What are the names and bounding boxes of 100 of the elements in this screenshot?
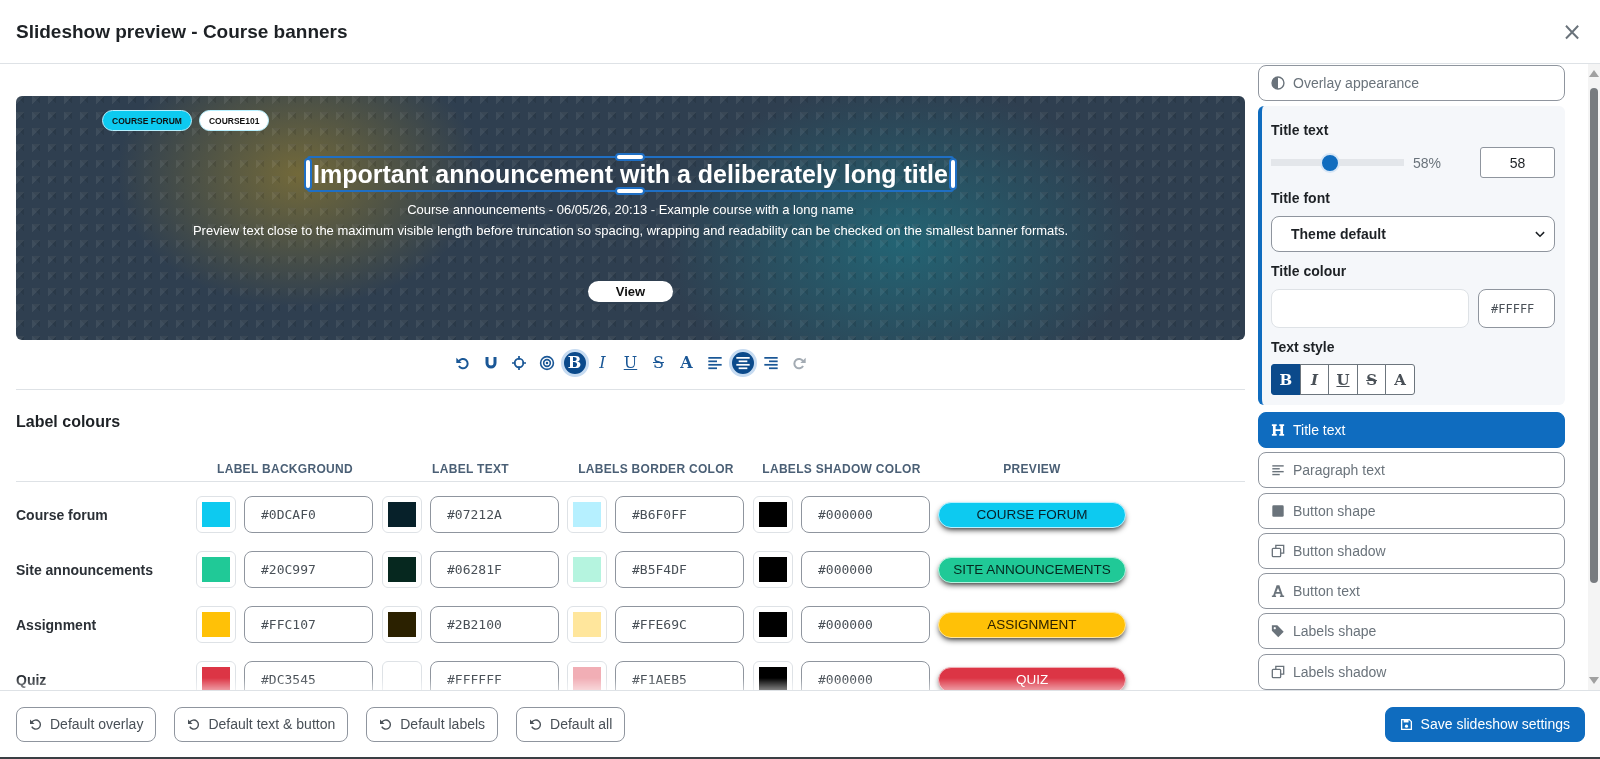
align-left-icon (706, 355, 723, 371)
underline-button[interactable]: U (1328, 364, 1358, 395)
undo-icon (454, 355, 471, 371)
hex-field[interactable]: #000000 (801, 496, 930, 533)
colour-swatch[interactable] (567, 496, 607, 533)
hex-field[interactable]: #2B2100 (430, 606, 559, 643)
label-chip: COURSE101 (198, 110, 270, 131)
column-header: LABEL TEXT (431, 462, 510, 476)
font-select[interactable]: Theme default (1271, 216, 1555, 252)
font-colour-button[interactable]: A (1385, 364, 1415, 395)
colour-swatch[interactable] (753, 661, 793, 690)
redo-icon (790, 355, 807, 371)
hex-field[interactable]: #0DCAF0 (244, 496, 373, 533)
colour-swatch[interactable] (382, 606, 422, 643)
italic-button[interactable]: I (1299, 364, 1330, 395)
resize-handle[interactable] (304, 158, 313, 190)
section-button[interactable]: Labels shape (1258, 613, 1565, 650)
strikethrough-button[interactable]: S (644, 349, 673, 377)
colour-swatch[interactable] (196, 661, 236, 690)
section-heading: Label colours (16, 412, 122, 432)
row-label: Assignment (16, 616, 98, 633)
hex-field[interactable]: #F1AEB5 (615, 661, 744, 690)
colour-swatch[interactable] (753, 496, 793, 533)
colour-swatch[interactable] (382, 661, 422, 690)
hex-field[interactable]: #000000 (801, 661, 930, 690)
colour-swatch[interactable] (382, 496, 422, 533)
row-label: Course forum (16, 506, 109, 523)
reset-icon (379, 717, 393, 731)
colour-swatch[interactable] (196, 606, 236, 643)
banner-title: Important announcement with a deliberately long title (313, 159, 948, 189)
hex-field[interactable]: #B5F4DF (615, 551, 744, 588)
save-button[interactable]: Save slideshow settings (1384, 706, 1585, 742)
target-icon (538, 355, 555, 371)
section-button[interactable]: Button shape (1258, 492, 1565, 529)
reset-button[interactable]: Default text & button (174, 706, 349, 742)
hex-field[interactable]: #06281F (430, 551, 559, 588)
label-preview: QUIZ (938, 666, 1126, 690)
reset-icon (187, 717, 201, 731)
panel-heading: Title text (1271, 121, 1329, 139)
scrollbar-thumb[interactable] (1590, 88, 1598, 583)
section-button[interactable]: Paragraph text (1258, 452, 1565, 489)
font-colour-button[interactable]: A (672, 349, 701, 377)
hex-field[interactable]: #20C997 (244, 551, 373, 588)
resize-handle[interactable] (948, 158, 957, 190)
colour-swatch[interactable] (382, 551, 422, 588)
label-preview: SITE ANNOUNCEMENTS (938, 556, 1126, 583)
hex-field[interactable]: #07212A (430, 496, 559, 533)
resize-handle[interactable] (615, 187, 646, 195)
heading-icon (1271, 423, 1285, 437)
colour-swatch[interactable] (753, 551, 793, 588)
dialog-title: Slideshow preview - Course banners (16, 20, 348, 43)
view-button[interactable]: View (588, 281, 673, 302)
align-center-button[interactable] (728, 349, 757, 377)
save-icon (1399, 717, 1413, 731)
section-button[interactable]: Title text (1258, 412, 1565, 448)
slider-thumb[interactable] (1319, 152, 1340, 173)
column-header: LABELS SHADOW COLOR (761, 462, 922, 476)
hex-field[interactable]: #FFFFFF (430, 661, 559, 690)
colour-swatch[interactable] (567, 551, 607, 588)
slider-reading: 58% (1413, 154, 1442, 171)
reset-button[interactable]: Default overlay (16, 706, 157, 742)
hex-field[interactable]: #FFC107 (244, 606, 373, 643)
banner-preview-text: Preview text close to the maximum visible length before truncation so spacing, wrapping and readability can be checked on the smallest banner formats. (192, 223, 1069, 239)
strikethrough-button[interactable]: S (1356, 364, 1387, 395)
label-preview: ASSIGNMENT (938, 611, 1126, 638)
colour-swatch[interactable] (196, 496, 236, 533)
colour-swatch[interactable] (567, 606, 607, 643)
section-button[interactable]: Button text (1258, 573, 1565, 610)
column-header: LABEL BACKGROUND (216, 462, 354, 476)
bold-button[interactable]: B (1271, 364, 1301, 395)
hex-field[interactable]: #B6F0FF (615, 496, 744, 533)
colour-swatch[interactable] (567, 661, 607, 690)
reset-button[interactable]: Default all (516, 706, 626, 742)
label-preview: COURSE FORUM (938, 501, 1126, 528)
colour-swatch[interactable] (1271, 289, 1469, 328)
square-icon (1271, 503, 1285, 518)
size-field[interactable]: 58 (1480, 147, 1555, 178)
close-button[interactable]: × (1557, 19, 1586, 44)
italic-button[interactable]: I (588, 349, 617, 377)
hex-field[interactable]: #000000 (801, 606, 930, 643)
tag-icon (1271, 624, 1285, 639)
underline-button[interactable]: U (616, 349, 645, 377)
reset-button[interactable]: Default labels (366, 706, 499, 742)
bold-button[interactable]: B (560, 349, 589, 377)
hex-field[interactable]: #000000 (801, 551, 930, 588)
contrast-icon (1271, 76, 1285, 90)
section-button[interactable]: Button shadow (1258, 532, 1565, 569)
row-label: Quiz (16, 671, 48, 688)
hex-field[interactable]: #DC3545 (244, 661, 373, 690)
hex-field[interactable]: #FFE69C (615, 606, 744, 643)
colour-swatch[interactable] (753, 606, 793, 643)
align-center-icon (734, 355, 751, 371)
column-header: PREVIEW (1002, 462, 1062, 476)
font-icon (1271, 584, 1285, 599)
resize-handle[interactable] (615, 153, 646, 161)
reset-icon (529, 717, 543, 731)
section-button[interactable]: Overlay appearance (1258, 65, 1565, 101)
hex-field[interactable]: #FFFFF (1478, 289, 1555, 328)
section-button[interactable]: Labels shadow (1258, 653, 1565, 690)
colour-swatch[interactable] (196, 551, 236, 588)
